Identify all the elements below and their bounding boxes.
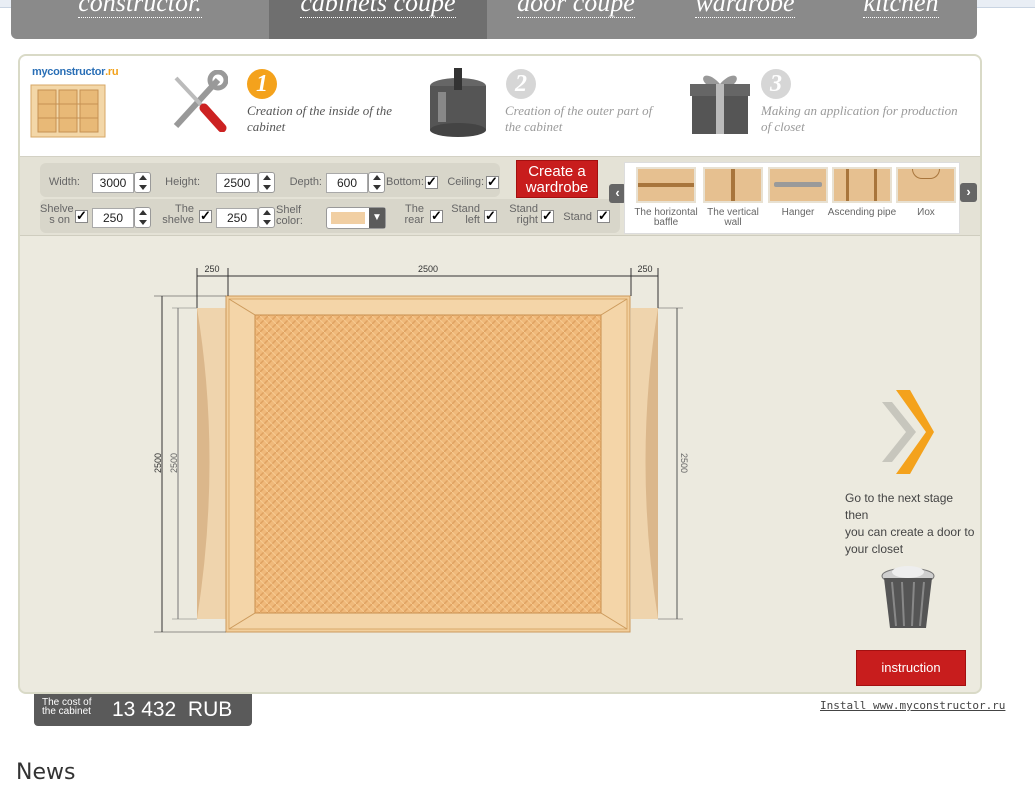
stand-left-label: Stand left <box>451 203 480 226</box>
news-heading: News <box>16 760 76 785</box>
next-stage-arrow-icon[interactable] <box>880 388 936 476</box>
depth-label: Depth: <box>289 176 322 188</box>
bottom-label: Bottom: <box>386 176 424 188</box>
main-tab-bar: constructor. cabinets coupe door coupe w… <box>11 0 977 39</box>
logo[interactable]: myconstructor.ru <box>32 66 119 78</box>
tab-constructor[interactable]: constructor. <box>11 0 269 39</box>
hanger-icon[interactable] <box>768 167 828 203</box>
cabinet-drawing <box>154 268 683 633</box>
cost-value: 13 432 RUB <box>112 698 233 721</box>
tab-door-coupe[interactable]: door coupe <box>487 0 665 39</box>
depth-stepper[interactable] <box>368 172 385 193</box>
dim-right-height: 2500 <box>679 452 689 474</box>
shelf-color-label: Shelf color: <box>276 204 303 227</box>
ascending-pipe-icon[interactable] <box>832 167 892 203</box>
stand-label: Stand <box>563 211 592 223</box>
shelves-on-stepper[interactable] <box>134 207 151 228</box>
box-icon[interactable] <box>896 167 956 203</box>
wardrobe-thumbnail-icon <box>30 84 106 138</box>
gift-box-icon <box>690 75 750 134</box>
stand-checkbox[interactable]: ✓ <box>597 209 610 223</box>
height-label: Height: <box>165 176 200 188</box>
next-stage-hint: Go to the next stage then you can create … <box>845 491 975 556</box>
dim-outer-height: 2500 <box>153 452 163 474</box>
the-shelve-label: The shelve <box>162 203 194 226</box>
tab-wardrobe[interactable]: wardrobe <box>665 0 825 39</box>
create-wardrobe-button[interactable]: Create a wardrobe <box>516 160 598 198</box>
part-label-ascending-pipe: Ascending pipe <box>827 207 897 218</box>
the-shelve-input[interactable]: 250 <box>216 208 258 228</box>
shelves-on-label: Shelve s on <box>40 203 74 226</box>
shelf-color-select[interactable]: ▼ <box>326 207 386 229</box>
cost-box: The cost of the cabinet 13 432 RUB <box>34 694 252 726</box>
part-label-hanger: Hanger <box>781 207 815 218</box>
step-3-badge: 3 <box>761 69 791 99</box>
rear-label: The rear <box>404 203 424 226</box>
shelf-color-swatch <box>331 212 365 224</box>
stand-left-checkbox[interactable]: ✓ <box>484 209 497 223</box>
tools-icon <box>173 70 228 132</box>
ceiling-checkbox[interactable]: ✓ <box>486 175 499 189</box>
dim-width: 2500 <box>417 264 439 274</box>
dim-left-side: 250 <box>204 264 220 274</box>
width-input[interactable]: 3000 <box>92 173 134 193</box>
the-shelve-checkbox[interactable]: ✓ <box>199 209 212 223</box>
stand-right-checkbox[interactable]: ✓ <box>541 209 554 223</box>
dim-right-side: 250 <box>637 264 653 274</box>
height-input[interactable]: 2500 <box>216 173 258 193</box>
part-label-horizontal-baffle: The horizontal baffle <box>634 207 698 228</box>
instruction-button[interactable]: instruction <box>856 650 966 686</box>
the-shelve-stepper[interactable] <box>258 207 275 228</box>
horizontal-baffle-icon[interactable] <box>636 167 696 203</box>
width-stepper[interactable] <box>134 172 151 193</box>
tab-cabinets-coupe[interactable]: cabinets coupe <box>269 0 487 39</box>
stand-right-label: Stand right <box>509 203 538 226</box>
depth-input[interactable]: 600 <box>326 173 368 193</box>
shelves-on-input[interactable]: 250 <box>92 208 134 228</box>
height-stepper[interactable] <box>258 172 275 193</box>
paint-bucket-icon <box>430 68 486 137</box>
part-label-vertical-wall: The vertical wall <box>707 207 759 228</box>
step-2-badge: 2 <box>506 69 536 99</box>
parts-next-icon[interactable]: › <box>960 183 977 202</box>
bottom-checkbox[interactable]: ✓ <box>425 175 438 189</box>
install-link[interactable]: Install www.myconstructor.ru <box>820 699 1005 712</box>
cost-label: The cost of the cabinet <box>42 697 92 717</box>
ceiling-label: Ceiling: <box>447 176 484 188</box>
rear-checkbox[interactable]: ✓ <box>430 209 443 223</box>
step-3-text[interactable]: Making an application for production of … <box>761 103 971 135</box>
shelves-on-checkbox[interactable]: ✓ <box>75 209 88 223</box>
tab-kitchen[interactable]: kitchen <box>825 0 977 39</box>
width-label: Width: <box>48 176 80 188</box>
chevron-down-icon: ▼ <box>369 208 385 228</box>
part-label-box: Иох <box>917 207 935 218</box>
trash-bin-icon[interactable] <box>880 566 936 632</box>
step-1-text[interactable]: Creation of the inside of the cabinet <box>247 103 407 135</box>
vertical-wall-icon[interactable] <box>703 167 763 203</box>
cabinet-back-panel <box>254 314 602 614</box>
dim-inner-height: 2500 <box>169 452 179 474</box>
step-2-text[interactable]: Creation of the outer part of the cabine… <box>505 103 670 135</box>
step-1-badge: 1 <box>247 69 277 99</box>
